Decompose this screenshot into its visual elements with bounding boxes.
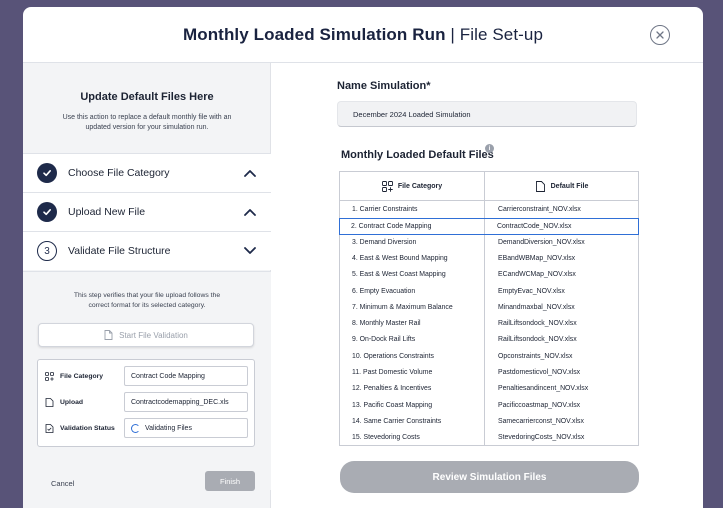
column-header-default-file: Default File — [485, 172, 638, 201]
spinner-icon — [131, 423, 140, 433]
category-label: File Category — [60, 372, 104, 380]
category-cell: 15. Stevedoring Costs — [352, 434, 420, 442]
category-cell: 14. Same Carrier Constraints — [352, 417, 442, 425]
table-row[interactable]: 4. East & West Bound Mapping EBandWBMap_N… — [340, 251, 638, 267]
file-icon — [45, 397, 54, 407]
category-cell: 6. Empty Evacuation — [352, 287, 416, 295]
default-file-cell: Samecarrierconst_NOV.xlsx — [498, 417, 584, 425]
upload-label: Upload — [60, 398, 84, 406]
simulation-name-input[interactable]: December 2024 Loaded Simulation — [337, 101, 637, 127]
table-row[interactable]: 5. East & West Coast Mapping ECandWCMap_N… — [340, 267, 638, 283]
info-icon[interactable]: i — [485, 144, 494, 153]
category-cell: 13. Pacific Coast Mapping — [352, 401, 433, 409]
check-circle-icon — [37, 163, 57, 183]
category-cell: 5. East & West Coast Mapping — [352, 271, 446, 279]
summary-row-status: Validation Status Validating Files — [38, 417, 256, 439]
file-check-icon — [45, 423, 54, 433]
file-setup-modal: Monthly Loaded Simulation Run | File Set… — [23, 7, 703, 508]
step-choose-file-category[interactable]: Choose File Category — [23, 153, 271, 192]
step-label: Choose File Category — [68, 167, 170, 179]
default-file-cell: Pastdomesticvol_NOV.xlsx — [498, 369, 581, 376]
start-validation-button[interactable]: Start File Validation — [38, 323, 254, 347]
default-file-cell: EBandWBMap_NOV.xlsx — [498, 254, 576, 262]
default-file-cell: Pacificcoastmap_NOV.xlsx — [498, 401, 581, 409]
category-cell: 3. Demand Diversion — [352, 238, 417, 246]
status-label: Validation Status — [60, 424, 115, 432]
file-icon — [104, 330, 113, 340]
category-cell: 4. East & West Bound Mapping — [352, 254, 448, 262]
review-simulation-files-button[interactable]: Review Simulation Files — [340, 461, 639, 493]
default-file-cell: EmptyEvac_NOV.xlsx — [498, 287, 565, 295]
category-cell: 8. Monthly Master Rail — [352, 320, 421, 328]
table-row[interactable]: 14. Same Carrier Constraints Samecarrierc… — [340, 414, 638, 430]
default-file-cell: RailLiftsondock_NOV.xlsx — [498, 336, 577, 344]
table-row[interactable]: 11. Past Domestic Volume Pastdomesticvol_… — [340, 365, 638, 381]
category-cell: 2. Contract Code Mapping — [351, 223, 432, 231]
panel-description: Use this action to replace a default mon… — [62, 114, 232, 131]
category-cell: 9. On-Dock Rail Lifts — [352, 336, 416, 344]
start-validation-label: Start File Validation — [119, 330, 188, 340]
default-file-cell: ECandWCMap_NOV.xlsx — [498, 271, 576, 279]
close-button[interactable] — [650, 25, 670, 45]
default-file-cell: RailLiftsondock_NOV.xlsx — [498, 320, 577, 328]
table-row[interactable]: 2. Contract Code Mapping ContractCode_NOV… — [339, 218, 639, 235]
close-icon — [656, 31, 664, 39]
step-validate-file-structure[interactable]: 3 Validate File Structure — [23, 231, 271, 270]
step-label: Validate File Structure — [68, 245, 171, 257]
category-cell: 11. Past Domestic Volume — [352, 369, 433, 376]
category-cell: 12. Penalties & Incentives — [352, 385, 432, 393]
summary-row-upload: Upload Contractcodemapping_DEC.xls — [38, 391, 256, 413]
default-file-cell: ContractCode_NOV.xlsx — [497, 223, 572, 231]
table-row[interactable]: 9. On-Dock Rail Lifts RailLiftsondock_NOV… — [340, 332, 638, 348]
table-row[interactable]: 6. Empty Evacuation EmptyEvac_NOV.xlsx — [340, 284, 638, 300]
category-cell: 10. Operations Constraints — [352, 352, 434, 360]
table-row[interactable]: 12. Penalties & Incentives Penaltiesandin… — [340, 381, 638, 397]
step-label: Upload New File — [68, 206, 146, 218]
table-row[interactable]: 3. Demand Diversion DemandDiversion_NOV.x… — [340, 235, 638, 251]
chevron-down-icon[interactable] — [243, 246, 257, 256]
check-circle-icon — [37, 202, 57, 222]
column-header-category: File Category — [340, 172, 484, 201]
default-file-cell: Opconstraints_NOV.xlsx — [498, 352, 573, 360]
name-simulation-label: Name Simulation* — [337, 80, 431, 92]
summary-row-category: File Category Contract Code Mapping — [38, 365, 256, 387]
step-number: 3 — [37, 241, 57, 261]
panel-title: Update Default Files Here — [80, 91, 214, 103]
file-icon — [535, 180, 545, 192]
modal-title: Monthly Loaded Simulation Run | File Set… — [182, 24, 544, 44]
step-upload-new-file[interactable]: Upload New File — [23, 192, 271, 231]
update-files-panel: Update Default Files Here Use this actio… — [23, 63, 271, 508]
category-grid-icon — [45, 371, 54, 381]
default-file-cell: DemandDiversion_NOV.xlsx — [498, 238, 585, 246]
validate-description: This step verifies that your file upload… — [73, 292, 221, 309]
table-row[interactable]: 1. Carrier Constraints Carrierconstraint_… — [340, 202, 638, 218]
default-file-cell: Penaltiesandincent_NOV.xlsx — [498, 385, 589, 393]
table-row[interactable]: 10. Operations Constraints Opconstraints_… — [340, 349, 638, 365]
upload-summary: File Category Contract Code Mapping Uplo… — [37, 359, 255, 447]
table-row[interactable]: 8. Monthly Master Rail RailLiftsondock_NO… — [340, 316, 638, 332]
chevron-up-icon[interactable] — [243, 207, 257, 217]
default-file-cell: StevedoringCosts_NOV.xlsx — [498, 434, 585, 442]
modal-header: Monthly Loaded Simulation Run | File Set… — [23, 7, 703, 63]
category-cell: 1. Carrier Constraints — [352, 206, 418, 213]
finish-button[interactable]: Finish — [205, 471, 255, 491]
chevron-up-icon[interactable] — [243, 168, 257, 178]
table-row[interactable]: 13. Pacific Coast Mapping Pacificcoastmap… — [340, 398, 638, 414]
cancel-button[interactable]: Cancel — [51, 479, 74, 488]
default-files-table: File Category Default File 1. Carrier Co… — [339, 171, 639, 446]
category-grid-icon — [381, 180, 393, 192]
table-row[interactable]: 7. Minimum & Maximum Balance Minandmaxbal… — [340, 300, 638, 316]
category-value: Contract Code Mapping — [124, 366, 248, 386]
default-files-label: Monthly Loaded Default Files — [341, 149, 494, 161]
status-value: Validating Files — [124, 418, 248, 438]
category-cell: 7. Minimum & Maximum Balance — [352, 303, 453, 311]
table-row[interactable]: 15. Stevedoring Costs StevedoringCosts_NO… — [340, 430, 638, 446]
default-file-cell: Minandmaxbal_NOV.xlsx — [498, 303, 575, 311]
default-file-cell: Carrierconstraint_NOV.xlsx — [498, 206, 581, 213]
upload-value: Contractcodemapping_DEC.xls — [124, 392, 248, 412]
